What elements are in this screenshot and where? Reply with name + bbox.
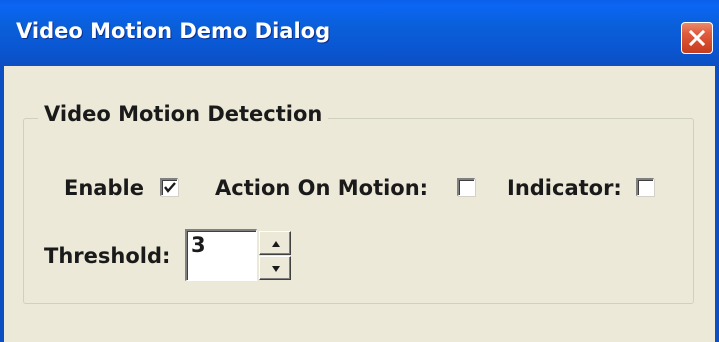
dialog-window: Video Motion Demo Dialog Video Motion De… [0,0,719,342]
spin-down-arrow-icon [272,266,280,272]
enable-checkbox[interactable] [160,178,178,196]
threshold-label: Threshold: [44,244,171,268]
motion-detection-groupbox [23,118,694,304]
threshold-input[interactable]: 3 [185,229,257,281]
indicator-checkbox[interactable] [636,178,654,196]
close-x-icon [688,29,706,47]
enable-label: Enable [64,176,144,200]
spin-up-arrow-icon [272,241,280,247]
window-title: Video Motion Demo Dialog [16,19,331,43]
close-button[interactable] [681,22,713,54]
checkmark-icon [164,182,176,193]
action-on-motion-label: Action On Motion: [215,176,429,200]
threshold-down-button[interactable] [259,256,291,280]
threshold-up-button[interactable] [259,231,291,255]
action-on-motion-checkbox[interactable] [457,178,475,196]
groupbox-label: Video Motion Detection [38,102,329,126]
indicator-label: Indicator: [507,176,622,200]
title-bar[interactable]: Video Motion Demo Dialog [0,0,719,66]
threshold-value: 3 [191,233,206,257]
